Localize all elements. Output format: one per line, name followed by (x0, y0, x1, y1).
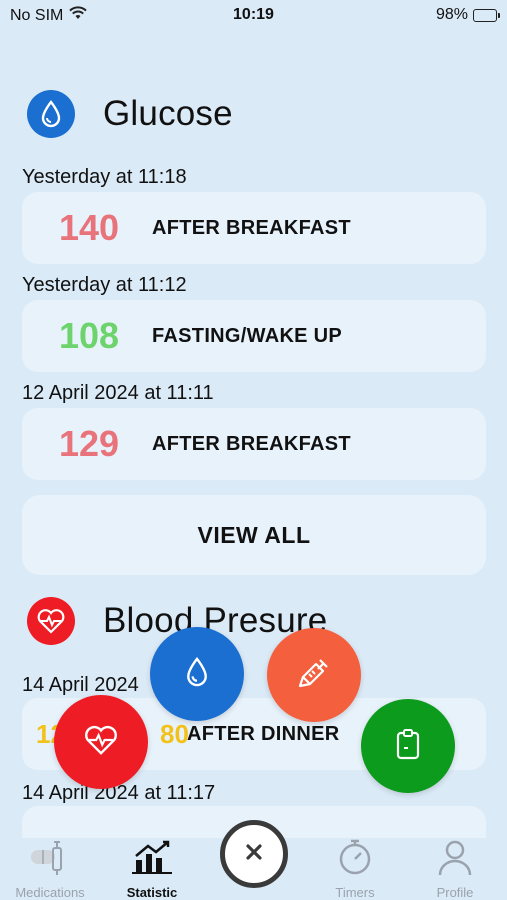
status-bar: No SIM 10:19 98% (0, 0, 507, 32)
entry-date: Yesterday at 11:12 (22, 274, 187, 296)
meal-tag: AFTER BREAKFAST (152, 216, 351, 239)
glucose-entry-card[interactable]: 140 AFTER BREAKFAST (22, 192, 486, 264)
glucose-entry-card[interactable]: 108 FASTING/WAKE UP (22, 300, 486, 372)
glucose-entry-card[interactable]: 129 AFTER BREAKFAST (22, 408, 486, 480)
glucose-value: 129 (58, 423, 120, 464)
person-icon (436, 838, 474, 881)
meal-tag: AFTER DINNER (187, 722, 340, 745)
add-glucose-button[interactable] (150, 627, 244, 721)
glucose-value: 108 (58, 315, 120, 356)
pills-icon (29, 838, 71, 881)
add-report-button[interactable] (361, 699, 455, 793)
entry-date: 12 April 2024 at 11:11 (22, 382, 214, 404)
tab-label: Statistic (126, 885, 178, 900)
status-time: 10:19 (233, 6, 274, 23)
syringe-icon (298, 657, 330, 694)
tab-medications[interactable]: Medications (0, 838, 100, 900)
glucose-value: 140 (58, 207, 120, 248)
tab-label: Profile (436, 885, 474, 900)
add-pressure-button[interactable] (54, 695, 148, 789)
clipboard-icon (394, 728, 422, 765)
heart-pulse-icon (83, 724, 119, 761)
glucose-title: Glucose (103, 94, 233, 133)
tab-timers[interactable]: Timers (305, 838, 405, 900)
tab-profile[interactable]: Profile (405, 838, 505, 900)
meal-tag: AFTER BREAKFAST (152, 432, 351, 455)
heart-pulse-icon (27, 597, 75, 645)
close-menu-button[interactable] (220, 820, 288, 888)
tab-statistic[interactable]: Statistic (102, 838, 202, 900)
water-drop-icon (185, 656, 209, 693)
entry-date: Yesterday at 11:18 (22, 166, 187, 188)
view-all-button[interactable]: VIEW ALL (22, 495, 486, 575)
tab-label: Timers (335, 885, 375, 900)
chart-icon (130, 838, 174, 881)
pressure-value-suffix: 80 (160, 718, 189, 749)
glucose-header: Glucose (27, 90, 233, 138)
status-right: 98% (435, 6, 500, 24)
stopwatch-icon (336, 838, 374, 881)
battery-percent: 98% (435, 6, 468, 23)
add-medication-button[interactable] (267, 628, 361, 722)
entry-date: 14 April 2024 (22, 674, 139, 696)
tab-label: Medications (15, 885, 85, 900)
close-icon (244, 842, 264, 867)
water-drop-icon (27, 90, 75, 138)
meal-tag: FASTING/WAKE UP (152, 324, 343, 347)
battery-icon (473, 8, 500, 22)
